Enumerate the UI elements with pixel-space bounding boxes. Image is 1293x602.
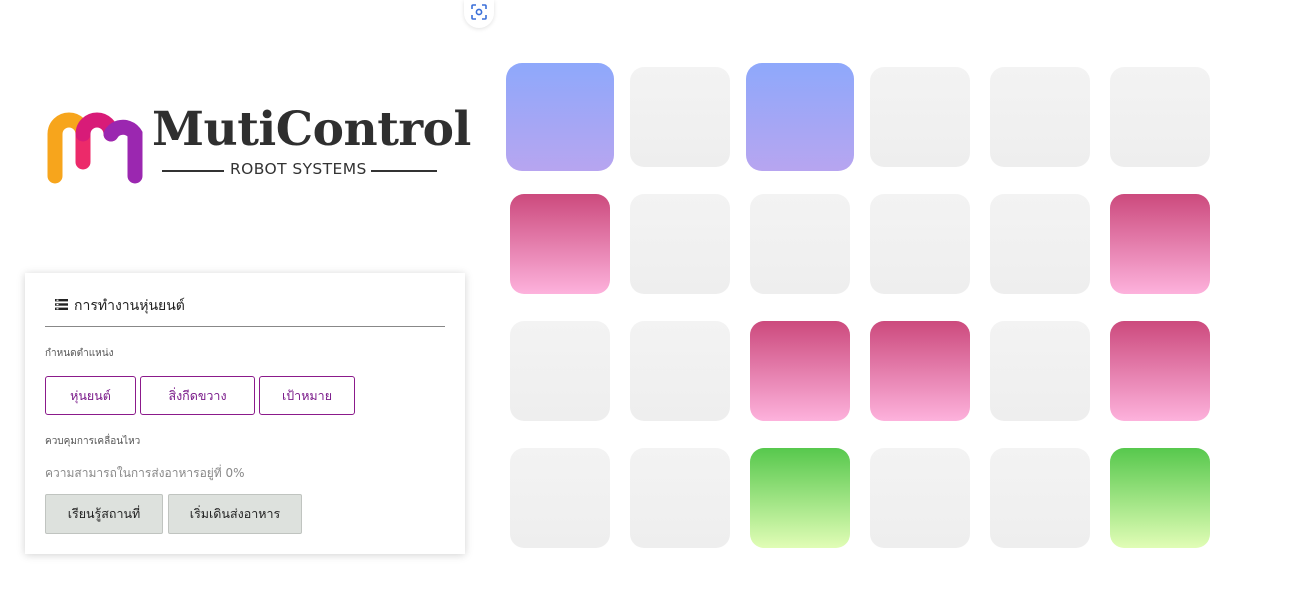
set-robot-button[interactable]: หุ่นยนต์ <box>45 376 136 415</box>
panel-divider <box>45 326 445 327</box>
logo-line-right <box>371 170 437 172</box>
panel-header: การทำงานหุ่นยนต์ <box>55 295 185 317</box>
grid-cell-empty[interactable] <box>630 321 730 421</box>
screenshot-focus-icon <box>470 3 488 25</box>
grid-cell-empty[interactable] <box>990 67 1090 167</box>
grid-cell-target[interactable] <box>750 448 850 548</box>
position-label: กำหนดตำแหน่ง <box>45 348 114 359</box>
grid-cell-robot[interactable] <box>506 63 614 171</box>
grid-cell-empty[interactable] <box>510 448 610 548</box>
panel-title: การทำงานหุ่นยนต์ <box>74 298 185 314</box>
grid-cell-empty[interactable] <box>750 194 850 294</box>
logo-m-mark <box>47 112 143 184</box>
brand-logo: MutiControl ROBOT SYSTEMS <box>44 102 471 188</box>
learn-location-button[interactable]: เรียนรู้สถานที่ <box>45 494 163 534</box>
grid-cell-empty[interactable] <box>990 321 1090 421</box>
grid-cell-empty[interactable] <box>510 321 610 421</box>
grid-cell-target[interactable] <box>1110 448 1210 548</box>
set-target-button[interactable]: เป้าหมาย <box>259 376 355 415</box>
grid-cell-empty[interactable] <box>630 67 730 167</box>
grid-cell-empty[interactable] <box>870 448 970 548</box>
robot-control-panel: การทำงานหุ่นยนต์ กำหนดตำแหน่ง หุ่นยนต์ ส… <box>25 273 465 554</box>
grid-cell-obstacle[interactable] <box>870 321 970 421</box>
screenshot-button[interactable] <box>464 0 494 28</box>
grid-cell-empty[interactable] <box>1110 67 1210 167</box>
movement-label: ควบคุมการเคลื่อนไหว <box>45 436 141 447</box>
start-delivery-button[interactable]: เริ่มเดินส่งอาหาร <box>168 494 302 534</box>
grid-cell-robot[interactable] <box>746 63 854 171</box>
grid-cell-empty[interactable] <box>870 194 970 294</box>
grid-cell-empty[interactable] <box>990 194 1090 294</box>
grid-cell-empty[interactable] <box>870 67 970 167</box>
grid-cell-empty[interactable] <box>630 448 730 548</box>
set-obstacle-button[interactable]: สิ่งกีดขวาง <box>140 376 255 415</box>
grid-cell-obstacle[interactable] <box>750 321 850 421</box>
delivery-status-text: ความสามารถในการส่งอาหารอยู่ที่ 0% <box>45 466 245 480</box>
grid-cell-obstacle[interactable] <box>510 194 610 294</box>
grid-cell-empty[interactable] <box>990 448 1090 548</box>
grid-cell-empty[interactable] <box>630 194 730 294</box>
logo-line-left <box>162 170 224 172</box>
menu-list-icon <box>55 298 74 314</box>
grid-cell-obstacle[interactable] <box>1110 194 1210 294</box>
grid-cell-obstacle[interactable] <box>1110 321 1210 421</box>
brand-name: MutiControl <box>152 102 471 157</box>
brand-tagline: ROBOT SYSTEMS <box>230 160 367 178</box>
